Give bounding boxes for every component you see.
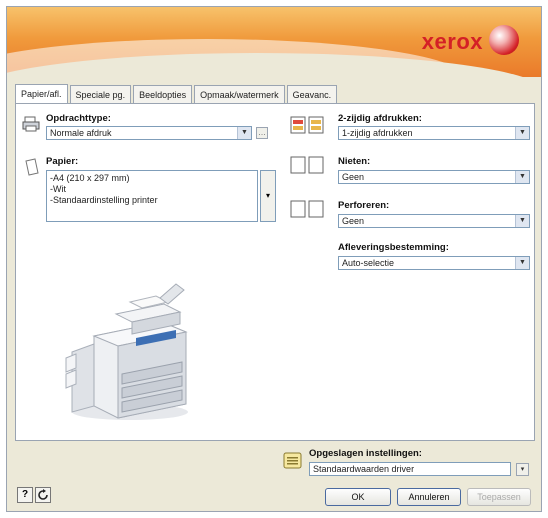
- xerox-logo-icon: [489, 25, 519, 55]
- xerox-logo-text: xerox: [421, 29, 483, 54]
- paper-output-panel: Opdrachttype: Normale afdruk ▼ … Papier:…: [15, 103, 535, 441]
- print-properties-dialog: xerox Papier/afl. Speciale pg. Beeldopti…: [6, 6, 542, 512]
- stapling-label: Nieten:: [338, 156, 371, 167]
- ok-button[interactable]: OK: [325, 488, 391, 506]
- tab-special-pages[interactable]: Speciale pg.: [69, 85, 132, 103]
- punching-select[interactable]: Geen ▼: [338, 214, 530, 228]
- tab-advanced[interactable]: Geavanc.: [286, 85, 338, 103]
- apply-button[interactable]: Toepassen: [467, 488, 531, 506]
- tab-image-options[interactable]: Beeldopties: [133, 85, 193, 103]
- stapling-icon: [290, 156, 324, 174]
- printer-illustration: [64, 274, 194, 424]
- help-button[interactable]: ?: [17, 487, 33, 503]
- duplex-icon: [290, 116, 324, 134]
- paper-label: Papier:: [46, 156, 79, 167]
- saved-settings-select[interactable]: Standaardwaarden driver: [309, 462, 511, 476]
- job-type-select[interactable]: Normale afdruk ▼: [46, 126, 252, 140]
- paper-summary-box[interactable]: -A4 (210 x 297 mm) -Wit -Standaardinstel…: [46, 170, 258, 222]
- restore-defaults-button[interactable]: [35, 487, 51, 503]
- stapling-value: Geen: [342, 172, 365, 182]
- chevron-down-icon: ▼: [515, 257, 529, 269]
- duplex-value: 1-zijdig afdrukken: [342, 128, 413, 138]
- output-destination-label: Afleveringsbestemming:: [338, 242, 449, 253]
- stapling-select[interactable]: Geen ▼: [338, 170, 530, 184]
- chevron-down-icon: ▼: [515, 215, 529, 227]
- header-banner: xerox: [7, 7, 541, 77]
- duplex-select[interactable]: 1-zijdig afdrukken ▼: [338, 126, 530, 140]
- chevron-down-icon: ▼: [515, 127, 529, 139]
- punching-value: Geen: [342, 216, 365, 226]
- job-type-icon: [22, 116, 40, 132]
- duplex-label: 2-zijdig afdrukken:: [338, 113, 422, 124]
- job-type-value: Normale afdruk: [50, 128, 112, 138]
- saved-settings-value: Standaardwaarden driver: [313, 464, 415, 474]
- tab-paper-output[interactable]: Papier/afl.: [15, 84, 68, 104]
- saved-settings-menu-button[interactable]: ▾: [516, 463, 529, 476]
- chevron-down-icon: ▼: [237, 127, 251, 139]
- job-type-label: Opdrachttype:: [46, 113, 111, 124]
- chevron-down-icon: ▼: [515, 171, 529, 183]
- saved-settings-label: Opgeslagen instellingen:: [309, 448, 422, 459]
- job-type-settings-button[interactable]: …: [256, 127, 268, 139]
- output-destination-select[interactable]: Auto-selectie ▼: [338, 256, 530, 270]
- paper-color-line: -Wit: [50, 184, 66, 194]
- tab-bar: Papier/afl. Speciale pg. Beeldopties Opm…: [15, 84, 339, 104]
- paper-icon: [24, 158, 40, 176]
- cancel-button[interactable]: Annuleren: [397, 488, 461, 506]
- punching-label: Perforeren:: [338, 200, 390, 211]
- paper-options-button[interactable]: ▾: [260, 170, 276, 222]
- paper-type-line: -Standaardinstelling printer: [50, 195, 158, 205]
- punching-icon: [290, 200, 324, 218]
- output-destination-value: Auto-selectie: [342, 258, 395, 268]
- tab-layout-watermark[interactable]: Opmaak/watermerk: [194, 85, 285, 103]
- refresh-icon: [38, 489, 48, 500]
- saved-settings-icon: [283, 451, 303, 469]
- paper-size-line: -A4 (210 x 297 mm): [50, 173, 130, 183]
